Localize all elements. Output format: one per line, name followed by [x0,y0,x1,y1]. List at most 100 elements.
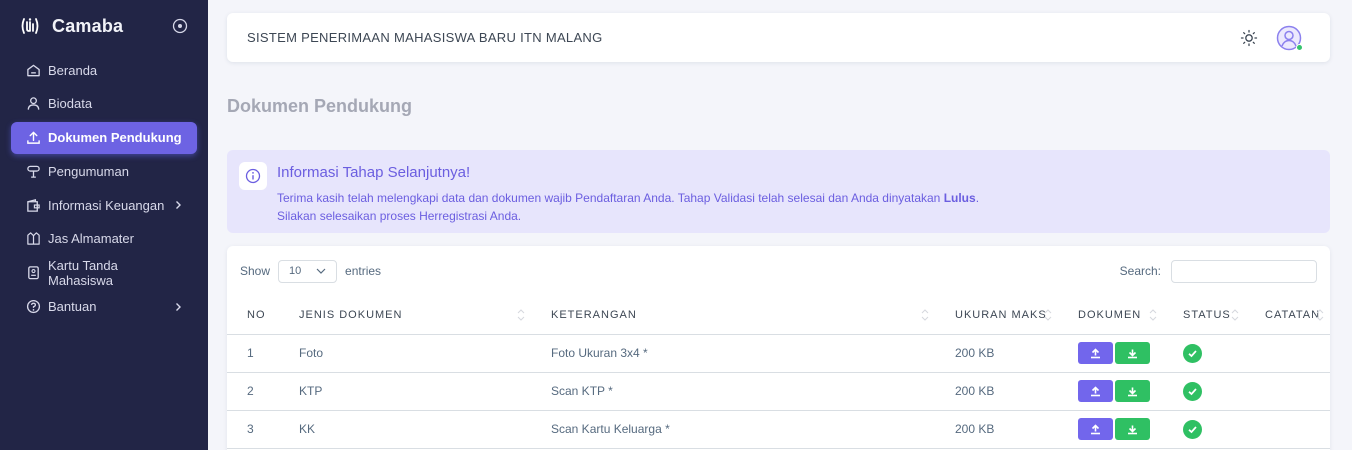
cell-no: 3 [227,410,279,449]
download-icon [1128,425,1137,434]
upload-icon [25,130,41,146]
cell-no: 1 [227,334,279,373]
column-header-keterangan[interactable]: KETERANGAN [531,296,935,335]
jacket-icon [25,231,41,247]
upload-button[interactable] [1078,342,1113,364]
cell-jenis-dokumen: KK [279,410,531,449]
column-header-catatan[interactable]: CATATAN [1245,296,1330,335]
alert-title: Informasi Tahap Selanjutnya! [277,164,471,181]
cell-status [1163,334,1245,373]
sort-icon [1149,309,1157,321]
table-row: 2 KTP Scan KTP * 200 KB [227,372,1330,411]
check-circle-icon [1183,343,1202,363]
documents-card: Show 10 entries Search: NO JENIS DOKUMEN… [227,246,1330,450]
sort-icon [1316,309,1324,321]
sidebar-item-bantuan[interactable]: Bantuan [11,291,197,323]
chevron-down-icon [316,268,326,274]
search-label: Search: [1119,264,1161,278]
cell-dokumen [1058,334,1163,373]
entries-select[interactable]: 10 [278,259,338,283]
documents-table: NO JENIS DOKUMEN KETERANGAN UKURAN MAKS … [227,296,1330,449]
sidebar-item-biodata[interactable]: Biodata [11,88,197,120]
upload-icon [1091,347,1100,358]
download-button[interactable] [1115,418,1150,440]
upload-icon [1091,385,1100,396]
chevron-right-icon [176,302,181,311]
home-icon [25,62,41,78]
sidebar-menu: Beranda Biodata Dokumen Pendukung Pengum… [0,54,208,323]
sidebar-item-label: Dokumen Pendukung [48,130,182,146]
sidebar-item-label: Informasi Keuangan [48,197,165,213]
sidebar-item-pengumuman[interactable]: Pengumuman [11,155,197,187]
wallet-icon [25,197,41,213]
sun-icon[interactable] [1240,29,1258,47]
cell-keterangan: Scan KTP * [531,372,935,411]
sidebar-item-label: Beranda [48,62,98,78]
sidebar-item-beranda[interactable]: Beranda [11,54,197,86]
sidebar-item-informasi-keuangan[interactable]: Informasi Keuangan [11,189,197,221]
brand-name: Camaba [52,15,124,36]
cell-dokumen [1058,410,1163,449]
online-status-dot [1296,43,1303,51]
top-navbar: SISTEM PENERIMAAN MAHASISWA BARU ITN MAL… [227,13,1330,62]
search-input[interactable] [1171,259,1317,283]
cell-ukuran-maks: 200 KB [935,372,1058,411]
sidebar-item-jas-almamater[interactable]: Jas Almamater [11,223,197,255]
brand[interactable]: Camaba [0,0,208,52]
sidebar-item-label: Pengumuman [48,163,129,179]
cell-catatan [1245,372,1330,411]
logo-icon [21,18,39,34]
cell-no: 2 [227,372,279,411]
cell-keterangan: Scan Kartu Keluarga * [531,410,935,449]
column-header-ukuran-maks[interactable]: UKURAN MAKS [935,296,1058,335]
cell-jenis-dokumen: KTP [279,372,531,411]
user-avatar[interactable] [1276,25,1303,51]
show-label: Show [240,264,271,278]
alert-line1-suffix: . [975,191,980,205]
sidebar-item-kartu-tanda-mahasiswa[interactable]: Kartu Tanda Mahasiswa [11,257,197,289]
table-header-row: NO JENIS DOKUMEN KETERANGAN UKURAN MAKS … [227,296,1330,335]
column-header-no[interactable]: NO [227,296,279,335]
sidebar-item-dokumen-pendukung[interactable]: Dokumen Pendukung [11,121,197,154]
sort-icon [517,309,525,321]
cell-status [1163,410,1245,449]
cell-jenis-dokumen: Foto [279,334,531,373]
sidebar-item-label: Bantuan [48,299,97,315]
download-button[interactable] [1115,342,1150,364]
entries-label: entries [345,264,382,278]
cell-dokumen [1058,372,1163,411]
cell-ukuran-maks: 200 KB [935,410,1058,449]
column-header-dokumen[interactable]: DOKUMEN [1058,296,1163,335]
column-header-jenis-dokumen[interactable]: JENIS DOKUMEN [279,296,531,335]
sort-icon [1044,309,1052,321]
cell-catatan [1245,334,1330,373]
alert-message: Terima kasih telah melengkapi data dan d… [277,189,979,225]
upload-button[interactable] [1078,418,1113,440]
column-header-status[interactable]: STATUS [1163,296,1245,335]
alert-status-lulus: Lulus [943,191,976,205]
cell-keterangan: Foto Ukuran 3x4 * [531,334,935,373]
download-icon [1128,387,1137,396]
cell-status [1163,372,1245,411]
cell-ukuran-maks: 200 KB [935,334,1058,373]
navbar-title: SISTEM PENERIMAAN MAHASISWA BARU ITN MAL… [247,30,603,45]
table-row: 3 KK Scan Kartu Keluarga * 200 KB [227,410,1330,449]
sort-icon [1231,309,1239,321]
check-circle-icon [1183,381,1202,401]
collapse-toggle-icon[interactable] [172,18,188,34]
sidebar-item-label: Kartu Tanda Mahasiswa [48,257,118,288]
info-icon [239,162,267,190]
sidebar-item-label: Biodata [48,96,93,112]
upload-button[interactable] [1078,380,1113,402]
id-card-icon [25,265,41,281]
alert-line2-text: Silakan selesaikan proses Herregistrasi … [277,209,522,223]
sidebar: Camaba Beranda Biodata Dokumen Pendukung [0,0,208,450]
help-icon [25,299,41,315]
chevron-right-icon [176,201,181,210]
info-alert: Informasi Tahap Selanjutnya! Terima kasi… [227,150,1330,233]
cell-catatan [1245,410,1330,449]
page-title: Dokumen Pendukung [227,96,413,116]
upload-icon [1091,423,1100,434]
download-button[interactable] [1115,380,1150,402]
user-icon [25,96,41,112]
